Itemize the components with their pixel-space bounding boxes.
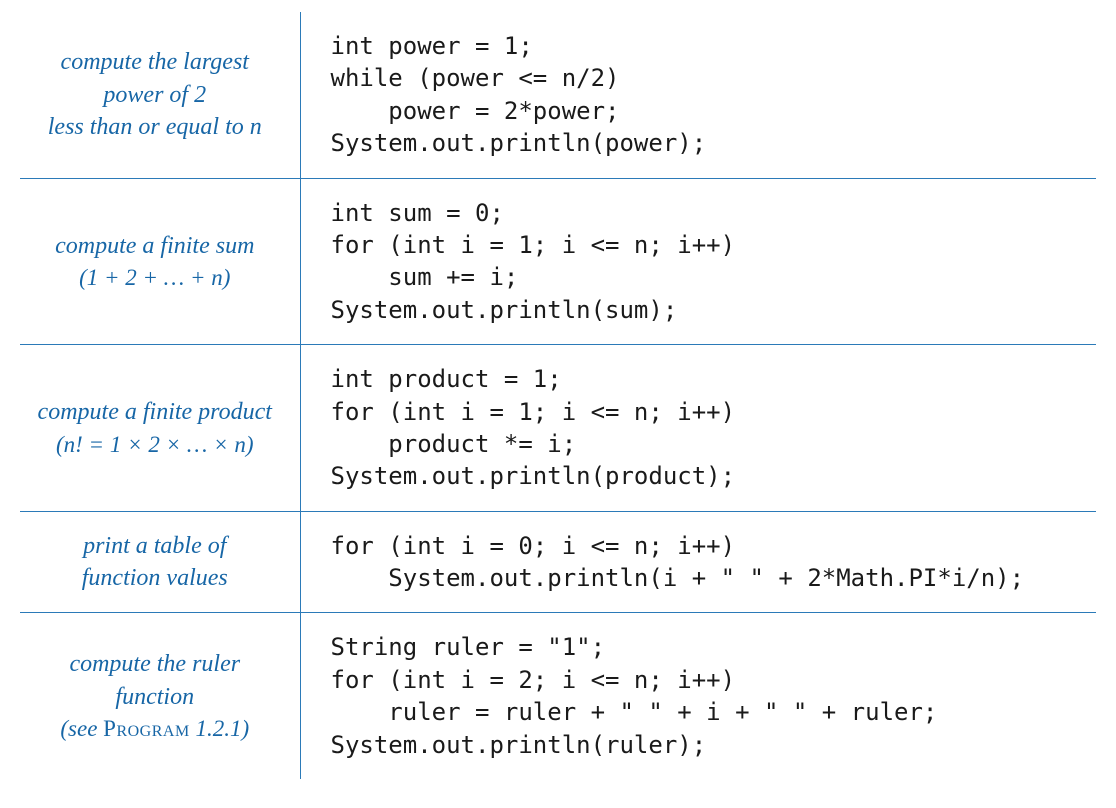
desc-line: (1 + 2 + … + n): [28, 262, 282, 293]
code-cell: int power = 1; while (power <= n/2) powe…: [300, 12, 1096, 178]
desc-line: (see Program 1.2.1): [28, 713, 282, 744]
table-row: print a table of function values for (in…: [20, 511, 1096, 613]
code-block: int product = 1; for (int i = 1; i <= n;…: [331, 363, 1087, 493]
description-cell: compute a finite product (n! = 1 × 2 × ……: [20, 345, 300, 512]
description-cell: compute a finite sum (1 + 2 + … + n): [20, 178, 300, 345]
code-examples-table: compute the largest power of 2 less than…: [0, 0, 1116, 799]
desc-line: compute a finite product: [28, 396, 282, 428]
table-row: compute the ruler function (see Program …: [20, 613, 1096, 779]
desc-line: less than or equal to n: [28, 111, 282, 143]
code-block: for (int i = 0; i <= n; i++) System.out.…: [331, 530, 1087, 595]
description-cell: print a table of function values: [20, 511, 300, 613]
code-cell: String ruler = "1"; for (int i = 2; i <=…: [300, 613, 1096, 779]
code-block: int sum = 0; for (int i = 1; i <= n; i++…: [331, 197, 1087, 327]
desc-line: power of 2: [28, 79, 282, 111]
code-cell: int sum = 0; for (int i = 1; i <= n; i++…: [300, 178, 1096, 345]
code-cell: for (int i = 0; i <= n; i++) System.out.…: [300, 511, 1096, 613]
table-row: compute a finite product (n! = 1 × 2 × ……: [20, 345, 1096, 512]
desc-line: print a table of: [28, 530, 282, 562]
table-row: compute a finite sum (1 + 2 + … + n) int…: [20, 178, 1096, 345]
desc-line: function values: [28, 562, 282, 594]
desc-line: (n! = 1 × 2 × … × n): [28, 429, 282, 460]
desc-line: compute the largest: [28, 46, 282, 78]
description-cell: compute the ruler function (see Program …: [20, 613, 300, 779]
program-smallcaps: Program: [103, 716, 190, 741]
code-block: String ruler = "1"; for (int i = 2; i <=…: [331, 631, 1087, 761]
description-cell: compute the largest power of 2 less than…: [20, 12, 300, 178]
code-block: int power = 1; while (power <= n/2) powe…: [331, 30, 1087, 160]
code-cell: int product = 1; for (int i = 1; i <= n;…: [300, 345, 1096, 512]
desc-line: compute the ruler function: [28, 648, 282, 713]
desc-line: compute a finite sum: [28, 230, 282, 262]
table-row: compute the largest power of 2 less than…: [20, 12, 1096, 178]
